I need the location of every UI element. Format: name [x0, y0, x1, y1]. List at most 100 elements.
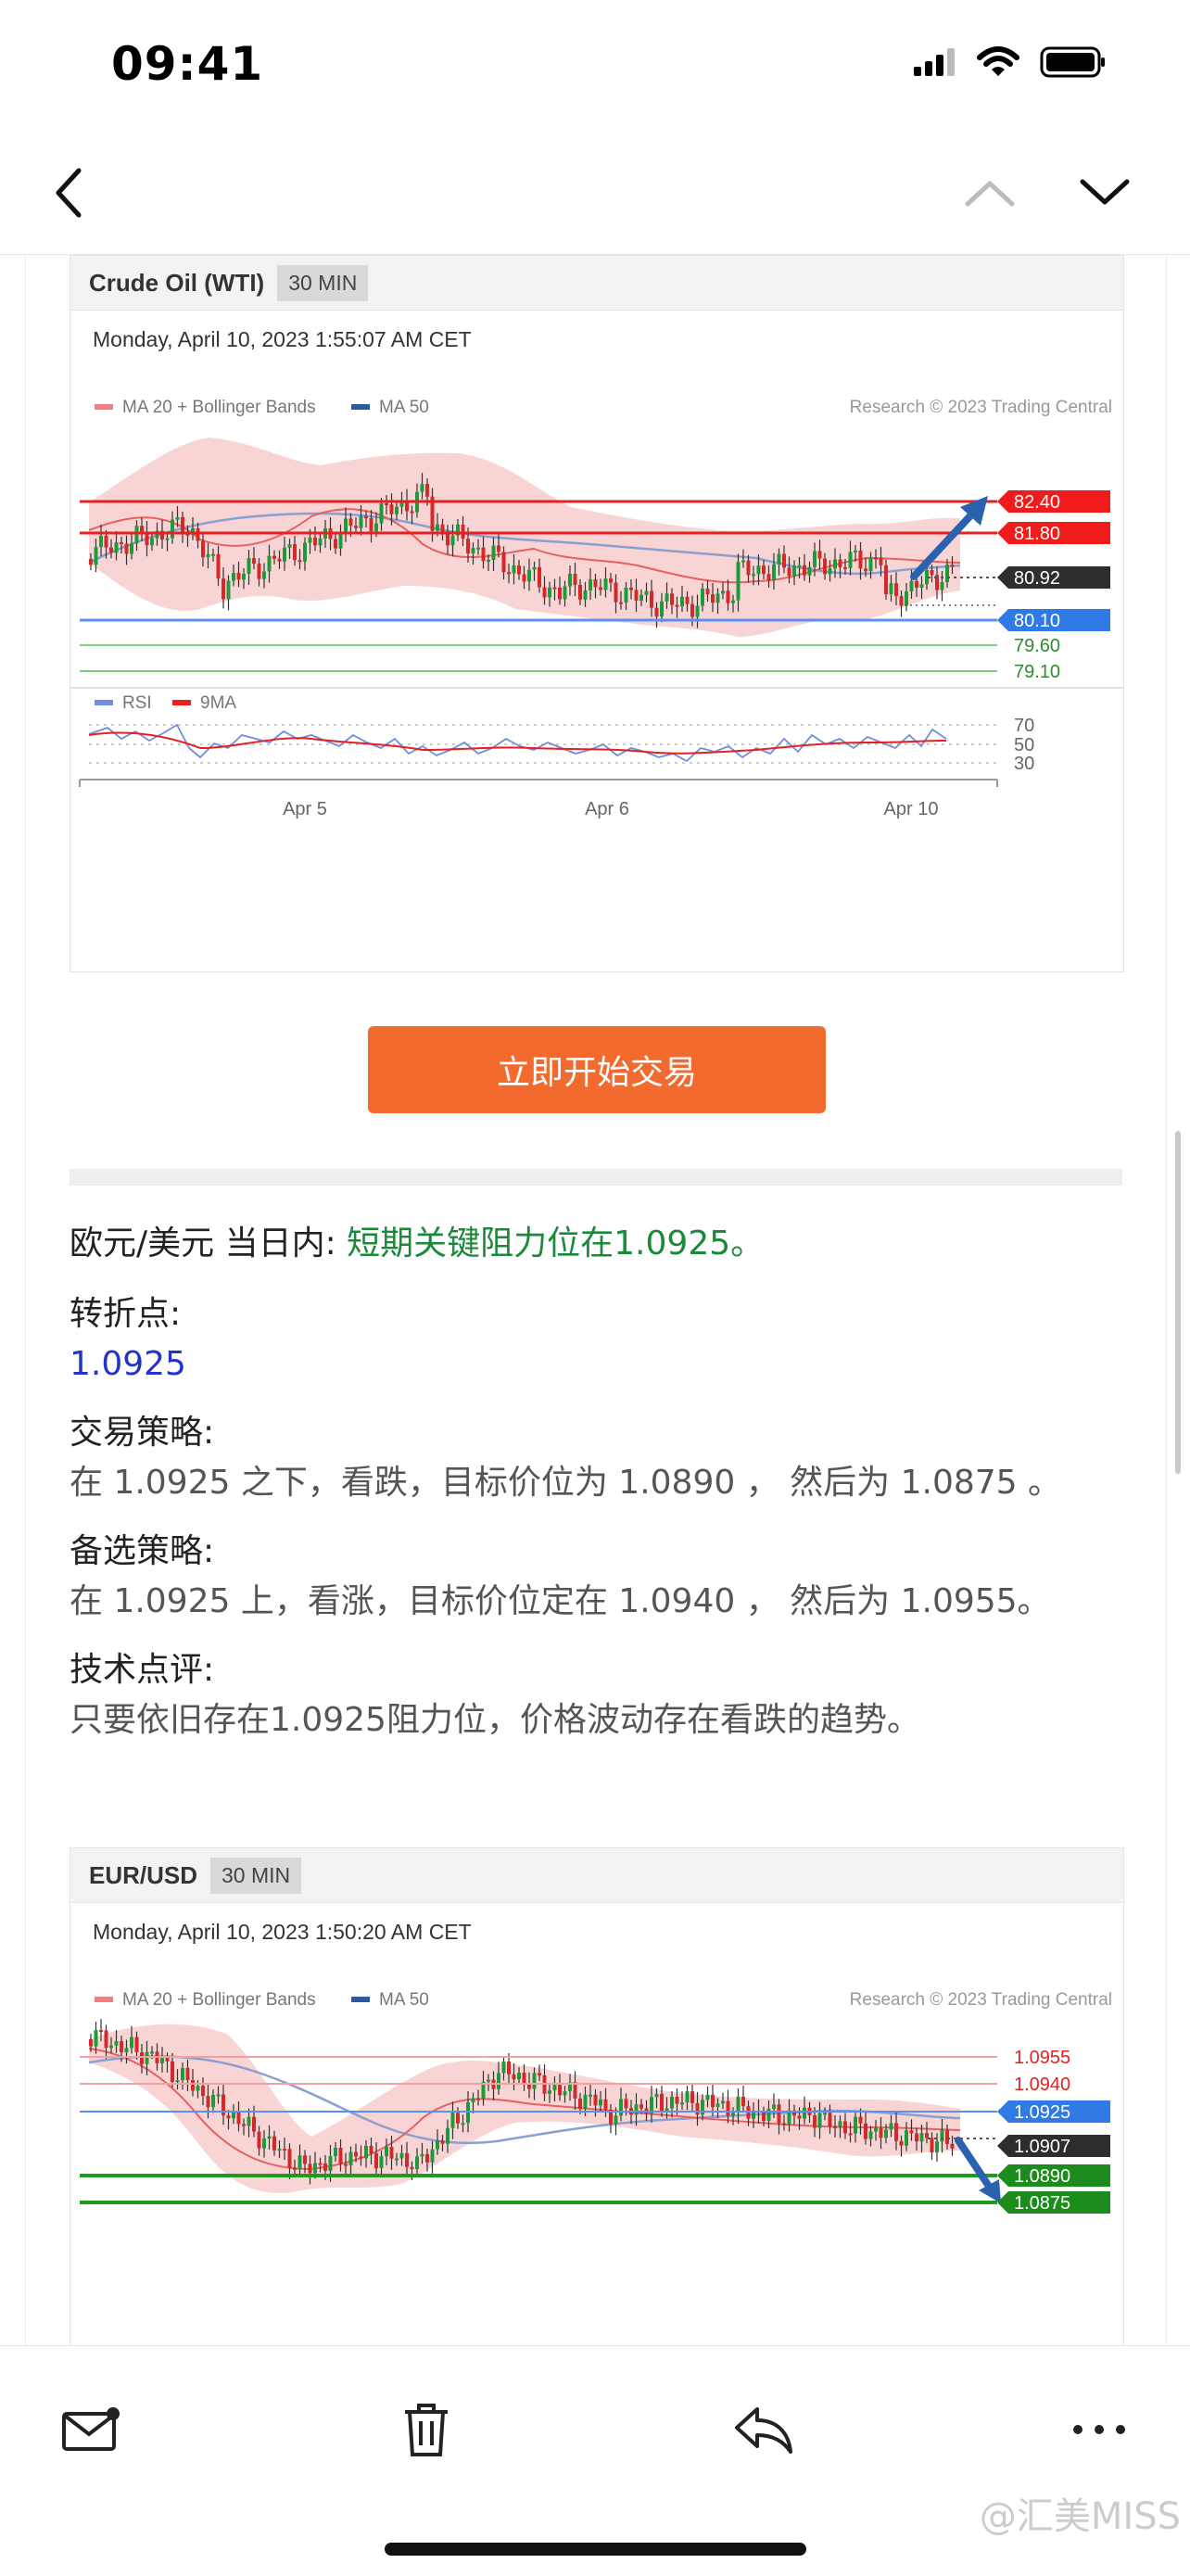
candle-body: [303, 542, 307, 562]
candle-body: [833, 559, 837, 569]
candle-body: [563, 586, 567, 600]
candle-body: [517, 565, 521, 575]
candle-body: [283, 2149, 286, 2151]
candle-body: [548, 587, 551, 598]
candle-body: [828, 2113, 832, 2126]
back-button[interactable]: [32, 156, 107, 230]
more-icon: [1073, 2425, 1125, 2434]
candle-body: [782, 2123, 786, 2126]
candle-body: [140, 526, 144, 532]
message-body: Crude Oil (WTI) 30 MIN Monday, April 10,…: [25, 255, 1167, 2345]
next-message-button[interactable]: [1068, 156, 1142, 230]
candle-body: [884, 2129, 888, 2138]
candle-body: [756, 565, 761, 575]
candle-body: [619, 2099, 623, 2116]
candle-body: [945, 565, 949, 583]
candle-body: [624, 587, 628, 603]
price-tag-82-40: 82.40: [997, 490, 1110, 513]
candle-body: [415, 2156, 419, 2169]
candle-body: [538, 2073, 541, 2076]
candle-body: [879, 2128, 883, 2138]
candle-body: [114, 2041, 119, 2046]
scrollbar[interactable]: [1175, 1131, 1181, 1474]
candle-body: [568, 574, 572, 587]
candle-body: [838, 2121, 842, 2127]
candle-body: [395, 506, 399, 514]
candle-body: [134, 2037, 139, 2053]
candle-body: [695, 2102, 700, 2115]
alternative-label: 备选策略:: [70, 1532, 215, 1570]
candle-body: [639, 2104, 643, 2109]
chart-symbol: EUR/USD: [89, 1860, 198, 1889]
candle-body: [232, 572, 235, 581]
candle-body: [191, 2080, 195, 2091]
start-trading-button[interactable]: 立即开始交易: [368, 1026, 826, 1113]
battery-icon: [1040, 46, 1105, 78]
mail-toolbar: [0, 2345, 1190, 2576]
candle-body: [705, 589, 710, 595]
candle-body: [298, 2155, 302, 2170]
candle-body: [848, 552, 853, 568]
price-tag-label: 82.40: [1014, 492, 1060, 513]
pivot-label: 转折点:: [70, 1295, 182, 1333]
candle-body: [925, 2133, 929, 2138]
chart-timeframe: 30 MIN: [277, 264, 369, 301]
chart-symbol: Crude Oil (WTI): [89, 268, 265, 297]
candle-body: [705, 2094, 710, 2100]
x-tick-apr10: Apr 10: [884, 799, 939, 819]
compose-button[interactable]: [54, 2392, 128, 2467]
candle-body: [338, 532, 343, 549]
strategy-text: 在 1.0925 之下，看跌，目标价位为 1.0890 ， 然后为 1.0875…: [70, 1464, 1061, 1502]
candle-body: [599, 587, 602, 590]
legend-9ma-swatch: [172, 700, 191, 705]
candle-body: [609, 578, 613, 583]
candle-body: [369, 518, 373, 532]
candle-body: [721, 590, 725, 594]
candle-body: [854, 2116, 857, 2134]
more-button[interactable]: [1062, 2392, 1136, 2467]
price-tag-label: 1.0907: [1014, 2137, 1070, 2157]
candle-body: [267, 2136, 272, 2139]
candle-body: [389, 504, 394, 514]
candle-body: [450, 535, 455, 546]
previous-message-button[interactable]: [953, 156, 1027, 230]
delete-button[interactable]: [389, 2392, 463, 2467]
candle-body: [915, 2133, 918, 2142]
candle-body: [277, 558, 282, 562]
reply-button[interactable]: [727, 2392, 801, 2467]
candle-body: [578, 584, 582, 600]
price-tag-1-0907: 1.0907: [997, 2135, 1110, 2157]
candle-body: [171, 2061, 174, 2082]
candle-body: [272, 555, 276, 559]
candle-body: [512, 2074, 516, 2080]
candle-body: [354, 2151, 358, 2157]
candle-body: [935, 2141, 939, 2153]
rsi-ma-line: [88, 731, 947, 755]
price-tag-1-0925: 1.0925: [997, 2100, 1110, 2123]
home-indicator[interactable]: [385, 2543, 806, 2556]
candle-body: [843, 566, 847, 569]
candle-body: [318, 2163, 323, 2165]
candle-body: [772, 2104, 776, 2110]
candle-body: [583, 590, 588, 600]
candle-body: [461, 2123, 465, 2126]
candle-body: [185, 2067, 190, 2081]
chart-header: EUR/USD 30 MIN: [70, 1848, 1123, 1903]
candle-body: [593, 2094, 598, 2106]
candle-body: [222, 578, 225, 600]
candle-body: [89, 2039, 93, 2047]
candle-body: [634, 2104, 639, 2115]
candle-body: [542, 587, 547, 598]
candle-body: [436, 2140, 439, 2150]
candle-body: [165, 538, 170, 540]
candle-body: [803, 2107, 806, 2119]
candle-body: [145, 2051, 149, 2064]
candle-body: [889, 2123, 893, 2130]
candle-body: [446, 2127, 449, 2144]
candle-body: [287, 544, 292, 548]
candle-body: [690, 2091, 694, 2103]
price-label-79-60: 79.60: [1014, 636, 1060, 656]
candle-body: [405, 2152, 409, 2167]
candle-body: [817, 2113, 822, 2128]
chart-header: Crude Oil (WTI) 30 MIN: [70, 256, 1123, 311]
